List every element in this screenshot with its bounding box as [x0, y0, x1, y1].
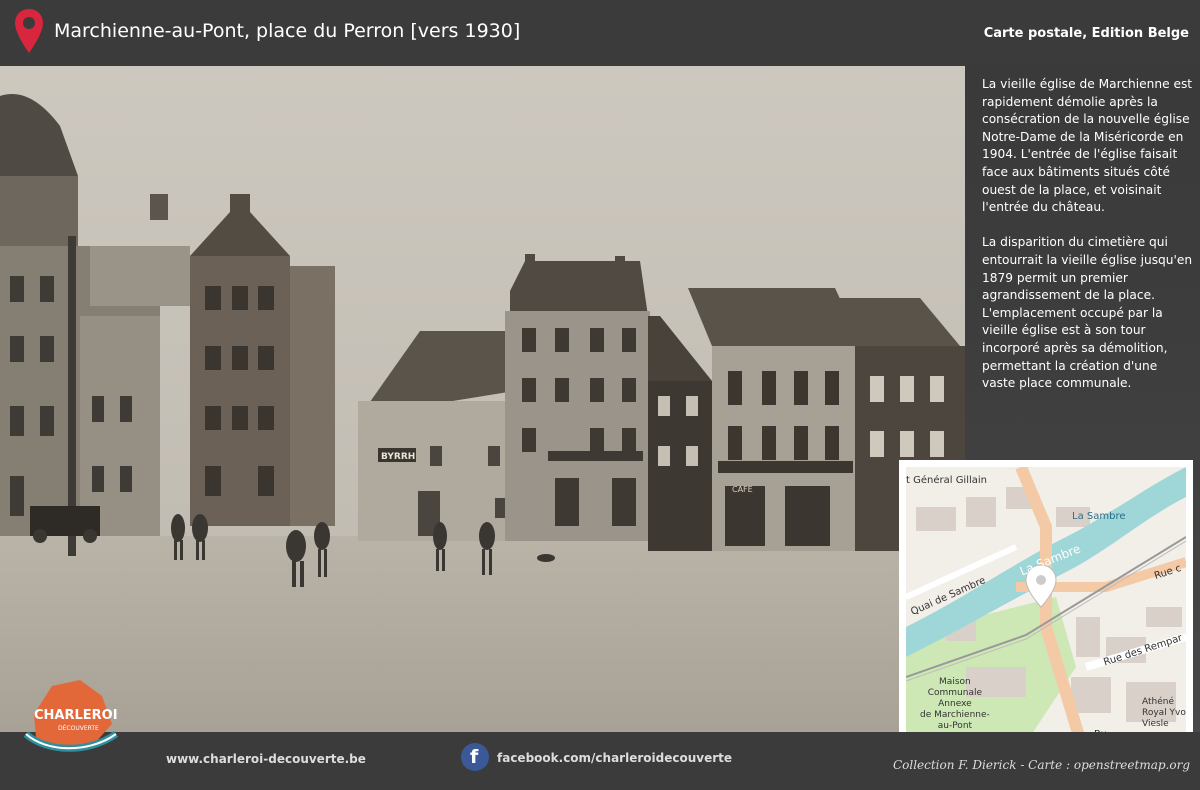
description-paragraph-2: La disparition du cimetière qui entourra… [982, 235, 1193, 391]
description-text: La vieille église de Marchienne est rapi… [982, 76, 1194, 393]
map-label-athenee: Athéné Royal Yvo Viesle [1142, 697, 1186, 729]
postcard-photo: BYRRH CAFE [0, 66, 965, 732]
facebook-icon[interactable]: f [461, 743, 489, 771]
facebook-link[interactable]: facebook.com/charleroidecouverte [497, 751, 732, 765]
website-link[interactable]: www.charleroi-decouverte.be [166, 752, 366, 766]
logo-text-charleroi: CHARLEROI [34, 708, 118, 723]
middle-building [505, 254, 650, 541]
header-bar: Marchienne-au-Pont, place du Perron [ver… [0, 0, 1200, 66]
page-title: Marchienne-au-Pont, place du Perron [ver… [54, 20, 521, 42]
map-pin-icon [15, 9, 43, 53]
map-canvas[interactable]: t Général Gillain La Sambre La Sambre Qu… [906, 467, 1186, 743]
charleroi-decouverte-logo[interactable]: CHARLEROI DÉCOUVERTE [22, 676, 118, 756]
map-label-street-gillain: t Général Gillain [906, 475, 988, 486]
location-map[interactable]: t Général Gillain La Sambre La Sambre Qu… [899, 460, 1193, 750]
credit-caption: Collection F. Dierick - Carte : openstre… [892, 758, 1190, 772]
byrrh-sign: BYRRH [381, 452, 415, 462]
description-paragraph-1: La vieille église de Marchienne est rapi… [982, 77, 1193, 215]
logo-text-decouverte: DÉCOUVERTE [58, 724, 99, 732]
postcard-scene: BYRRH CAFE [0, 66, 965, 732]
cafe-sign: CAFE [732, 485, 753, 494]
map-label-river: La Sambre [1072, 511, 1126, 522]
map-label-maison-communale: Maison Communale Annexe de Marchienne- a… [920, 677, 990, 731]
source-caption: Carte postale, Edition Belge [983, 26, 1189, 41]
